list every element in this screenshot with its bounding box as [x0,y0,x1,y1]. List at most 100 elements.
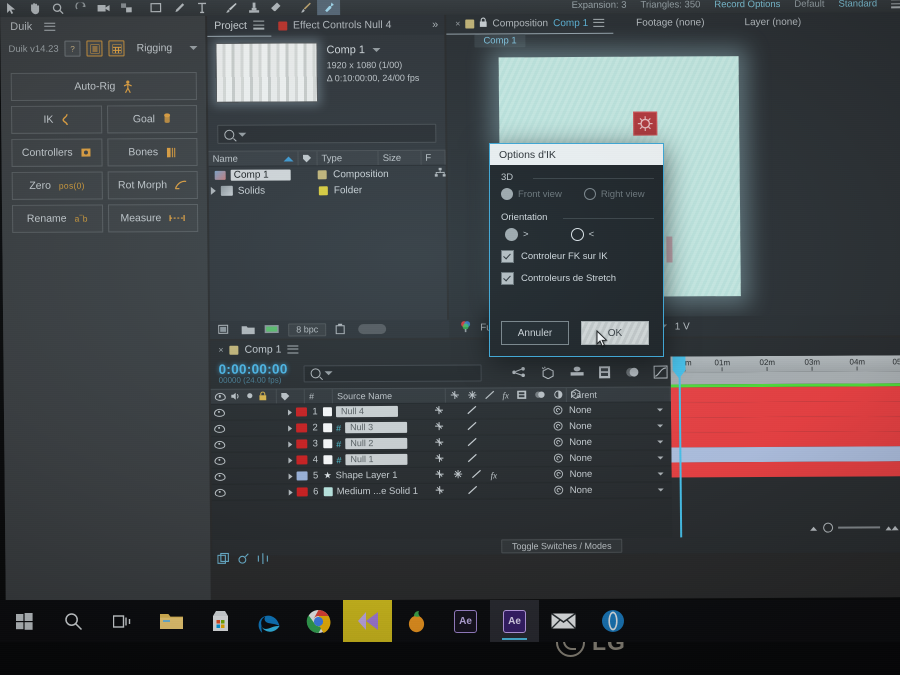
layer-bar[interactable] [671,431,900,448]
roto-brush-tool-icon[interactable] [294,0,317,15]
chevron-down-icon[interactable] [657,472,664,476]
camera-tool-icon[interactable] [92,0,115,17]
zoom-in-icon[interactable] [885,518,899,536]
timeline-menu-icon[interactable] [287,344,299,354]
layer-expand-toggle[interactable] [284,488,297,495]
layer-parent-cell[interactable]: None [549,452,671,465]
after-effects-button-2[interactable]: Ae [490,600,539,642]
layer-parent-cell[interactable]: None [549,436,671,449]
layer-switches[interactable] [430,485,550,497]
duplicate-comp-icon[interactable] [217,552,229,567]
type-tool-icon[interactable] [190,0,213,16]
layer-switches[interactable] [429,421,549,433]
shy-switch-icon[interactable] [434,406,444,417]
draft-3d-icon[interactable] [541,366,556,379]
graph-editor-icon[interactable] [653,365,668,379]
transform-handles-icon[interactable] [257,552,268,567]
tab-footage[interactable]: Footage (none) [627,13,714,32]
layer-name[interactable]: Null 4 [335,405,399,418]
quality-switch-icon[interactable] [467,405,477,417]
rotation-tool-icon[interactable] [69,0,92,17]
layer-visibility-toggle[interactable] [212,472,228,481]
fl-studio-button[interactable] [392,600,441,642]
enable-motion-blur-icon[interactable] [626,365,640,378]
duik-measure-button[interactable]: Measure [107,203,199,233]
new-folder-icon[interactable] [241,323,255,336]
quality-switch-icon[interactable] [467,437,477,449]
layer-name[interactable]: Shape Layer 1 [336,470,398,481]
lock-icon[interactable] [479,17,487,29]
ik-options-dialog[interactable]: Options d'IK 3D Front view Right view Or… [489,143,664,357]
quality-switch-icon[interactable] [467,421,477,433]
layer-switches[interactable] [429,437,549,449]
radio-right-view[interactable]: Right view [583,188,645,200]
duik-grid-view-icon[interactable] [108,40,125,57]
duik-help-button[interactable]: ? [64,40,81,57]
layer-visibility-toggle[interactable] [212,488,228,497]
layer-expand-toggle[interactable] [284,472,297,479]
layer-bar[interactable] [671,416,900,433]
layer-name[interactable]: Medium ...e Solid 1 [337,486,418,497]
layer-bar[interactable] [670,386,900,403]
shy-switch-icon[interactable] [434,438,444,449]
opera-button[interactable] [588,600,637,642]
layer-bar[interactable] [671,446,900,463]
pickwhip-icon[interactable] [553,421,563,433]
shy-switch-icon[interactable] [434,454,444,465]
chevron-down-icon[interactable] [657,424,664,428]
column-label-swatch[interactable] [298,151,318,166]
effects-switch-icon[interactable]: fx [491,470,498,480]
composition-mini-flowchart-icon[interactable] [512,366,527,378]
label-color-swatch[interactable] [318,185,328,195]
pickwhip-icon[interactable] [553,453,563,465]
project-item-solids[interactable]: Solids Folder [209,182,446,199]
shape-tool-icon[interactable] [144,0,167,16]
tab-composition[interactable]: × Composition Comp 1 [446,13,614,35]
microsoft-store-button[interactable] [196,600,245,642]
hide-shy-layers-icon[interactable] [570,366,585,378]
shy-switch-icon[interactable] [435,486,445,497]
task-view-button[interactable] [98,600,147,642]
pickwhip-icon[interactable] [553,405,563,417]
quality-switch-icon[interactable] [467,453,477,465]
layer-label-color[interactable] [296,439,308,449]
puppet-pin-tool-icon[interactable] [316,0,341,16]
pen-tool-icon[interactable] [167,0,190,16]
windows-taskbar[interactable]: Ae Ae [0,600,900,642]
workspace-default[interactable]: Default [794,0,824,10]
composition-right-handle[interactable] [666,236,673,263]
expand-triangle-icon[interactable] [210,186,216,195]
shy-switch-icon[interactable] [435,470,445,481]
layer-bar[interactable] [670,401,900,418]
layer-visibility-toggle[interactable] [211,424,227,433]
quality-switch-icon[interactable] [468,485,478,497]
layer-switches[interactable]: fx [430,469,550,481]
tab-effect-controls[interactable]: Effect Controls Null 4 [271,15,399,36]
subtab-comp1[interactable]: Comp 1 [474,34,526,48]
close-icon[interactable]: × [218,345,223,355]
duik-goal-button[interactable]: Goal [106,104,198,134]
color-management-icon[interactable] [459,320,472,335]
project-search-input[interactable] [217,123,437,144]
chevron-down-icon[interactable] [656,408,663,412]
layer-expand-toggle[interactable] [283,456,296,463]
cancel-button[interactable]: Annuler [501,321,569,345]
pickwhip-icon[interactable] [554,485,564,497]
layer-visibility-toggle[interactable] [211,440,227,449]
timeline-zoom-control[interactable] [809,518,899,536]
chevron-down-icon[interactable] [657,488,664,492]
zoom-slider-track[interactable] [838,526,881,529]
shy-switch-icon[interactable] [434,422,444,433]
layer-name[interactable]: Null 3 [345,421,408,434]
quality-switch-icon[interactable] [472,469,482,480]
close-icon[interactable]: × [455,19,460,29]
tab-project[interactable]: Project [207,15,272,37]
layer-parent-cell[interactable]: None [549,420,671,433]
layer-label-color[interactable] [296,455,308,465]
duik-rotmorph-button[interactable]: Rot Morph [107,170,198,200]
table-row[interactable]: 6 Medium ...e Solid 1 None [211,482,672,501]
brush-tool-icon[interactable] [219,0,242,16]
radio-front-view[interactable]: Front view [501,188,562,200]
chevron-down-icon[interactable] [657,440,664,444]
after-effects-button-1[interactable]: Ae [441,600,490,642]
